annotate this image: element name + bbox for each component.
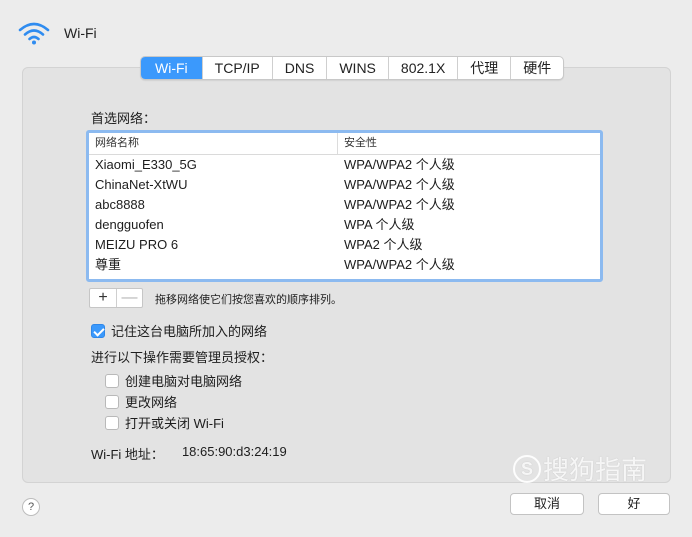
watermark-logo: S: [513, 454, 541, 483]
tab-tcpip[interactable]: TCP/IP: [203, 57, 273, 79]
table-row[interactable]: 尊重 WPA/WPA2 个人级: [89, 255, 600, 275]
network-security: WPA2 个人级: [344, 237, 423, 252]
tab-bar: Wi-Fi TCP/IP DNS WINS 802.1X 代理 硬件: [140, 56, 565, 80]
tab-wifi[interactable]: Wi-Fi: [141, 57, 203, 79]
tab-proxy[interactable]: 代理: [458, 57, 512, 79]
toggle-wifi-checkbox[interactable]: [105, 415, 119, 430]
create-computer-network-label: 创建电脑对电脑网络: [125, 374, 243, 389]
network-name: ChinaNet-XtWU: [95, 177, 188, 192]
add-remove-control: + —: [89, 288, 143, 308]
window-title: Wi-Fi: [64, 25, 97, 41]
watermark-text: 搜狗指南: [543, 455, 648, 485]
table-row[interactable]: dengguofen WPA 个人级: [89, 215, 600, 235]
network-name: 尊重: [95, 257, 122, 272]
watermark: S 搜狗指南: [513, 450, 647, 487]
network-security: WPA/WPA2 个人级: [344, 257, 455, 272]
network-name: dengguofen: [95, 217, 164, 232]
change-network-label: 更改网络: [125, 395, 178, 410]
tab-wins[interactable]: WINS: [327, 57, 389, 79]
table-row[interactable]: MEIZU PRO 6 WPA2 个人级: [89, 235, 600, 255]
wifi-icon: [18, 20, 56, 46]
reorder-hint: 拖移网络使它们按您喜欢的顺序排列。: [155, 294, 342, 306]
tab-hardware[interactable]: 硬件: [511, 57, 563, 79]
remember-networks-option[interactable]: 记住这台电脑所加入的网络: [91, 321, 267, 340]
wifi-address: Wi-Fi 地址： 18:65:90:d3:24:19: [91, 444, 287, 463]
network-name: MEIZU PRO 6: [95, 237, 179, 252]
cancel-button[interactable]: 取消: [510, 493, 584, 515]
preferred-networks-table[interactable]: 网络名称 安全性 Xiaomi_E330_5G WPA/WPA2 个人级 Chi…: [86, 130, 603, 282]
wifi-address-label: Wi-Fi 地址：: [91, 447, 164, 462]
toggle-wifi-label: 打开或关闭 Wi-Fi: [125, 416, 224, 431]
table-row[interactable]: Xiaomi_E330_5G WPA/WPA2 个人级: [89, 155, 600, 175]
network-name: Xiaomi_E330_5G: [95, 157, 197, 172]
window-header: Wi-Fi: [18, 20, 97, 46]
column-header-name[interactable]: 网络名称: [89, 133, 337, 154]
network-security: WPA 个人级: [344, 217, 415, 232]
tab-dns[interactable]: DNS: [273, 57, 328, 79]
network-name: abc8888: [95, 197, 145, 212]
tab-8021x[interactable]: 802.1X: [389, 57, 459, 79]
table-row[interactable]: abc8888 WPA/WPA2 个人级: [89, 195, 600, 215]
table-header: 网络名称 安全性: [89, 133, 600, 155]
help-button[interactable]: ?: [22, 498, 40, 516]
toggle-wifi-option[interactable]: 打开或关闭 Wi-Fi: [105, 413, 224, 432]
wifi-address-value: 18:65:90:d3:24:19: [181, 444, 287, 459]
column-header-security[interactable]: 安全性: [337, 133, 600, 154]
change-network-checkbox[interactable]: [105, 394, 119, 409]
change-network-option[interactable]: 更改网络: [105, 392, 177, 411]
network-security: WPA/WPA2 个人级: [344, 157, 455, 172]
create-computer-network-option[interactable]: 创建电脑对电脑网络: [105, 371, 242, 390]
create-computer-network-checkbox[interactable]: [105, 373, 119, 388]
remember-networks-label: 记住这台电脑所加入的网络: [111, 324, 268, 339]
admin-auth-label: 进行以下操作需要管理员授权：: [91, 350, 274, 365]
table-row[interactable]: ChinaNet-XtWU WPA/WPA2 个人级: [89, 175, 600, 195]
network-security: WPA/WPA2 个人级: [344, 197, 455, 212]
remove-network-button[interactable]: —: [116, 289, 142, 307]
ok-button[interactable]: 好: [598, 493, 670, 515]
network-security: WPA/WPA2 个人级: [344, 177, 455, 192]
preferred-networks-label: 首选网络：: [91, 111, 157, 126]
add-network-button[interactable]: +: [90, 289, 116, 307]
remember-networks-checkbox[interactable]: [91, 323, 105, 338]
